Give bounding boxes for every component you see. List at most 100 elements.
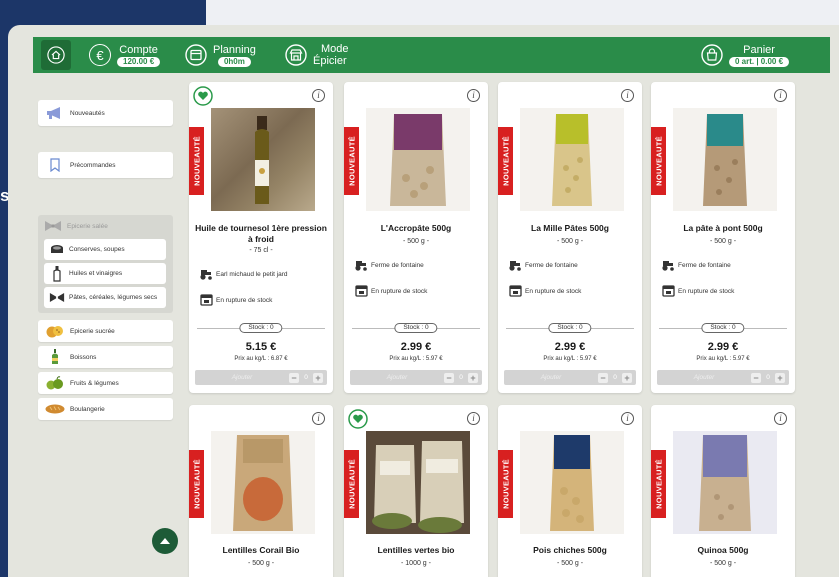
info-button[interactable]: i	[312, 412, 325, 425]
quantity-value: 0	[304, 374, 308, 381]
sidebar-item-epicerie-sucree[interactable]: Epicerie sucrée	[38, 320, 173, 342]
sidebar-item-precommandes[interactable]: Précommandes	[38, 152, 173, 178]
product-image	[366, 431, 470, 534]
pasta-bow-icon	[48, 292, 66, 303]
product-price: 2.99 €	[400, 341, 432, 353]
sidebar-subitem-huiles[interactable]: Huiles et vinaigres	[44, 263, 166, 284]
sidebar-subitem-conserves[interactable]: Conserves, soupes	[44, 239, 166, 260]
producer-name: Earl michaud le petit jard	[216, 270, 288, 278]
info-button[interactable]: i	[621, 412, 634, 425]
new-badge: NOUVEAUTÉ	[498, 450, 513, 518]
producer-name: Ferme de fontaine	[525, 261, 578, 269]
info-button[interactable]: i	[774, 89, 787, 102]
product-name: Lentilles Corail Bio	[222, 545, 300, 555]
bookmark-icon	[44, 158, 66, 172]
decrement-button[interactable]: −	[444, 372, 454, 383]
product-name: Lentilles vertes bio	[377, 545, 455, 555]
tractor-icon	[199, 268, 213, 280]
price-per-kg: Prix au kg/L : 5.97 €	[389, 356, 443, 362]
decrement-button[interactable]: −	[598, 372, 608, 383]
euro-icon: €	[89, 44, 111, 66]
product-quantity: - 75 cl -	[249, 247, 273, 254]
drink-bottle-icon	[44, 349, 66, 364]
product-card[interactable]: i NOUVEAUTÉ Huile de tournesol 1ère pres…	[189, 82, 333, 393]
new-badge: NOUVEAUTÉ	[651, 450, 666, 518]
sidebar-item-fruits-legumes[interactable]: Fruits & légumes	[38, 372, 173, 394]
product-name: Huile de tournesol 1ère pression à froid	[195, 223, 327, 244]
sidebar-item-boissons[interactable]: Boissons	[38, 346, 173, 368]
add-button[interactable]: Ajouter	[504, 374, 598, 381]
product-name: Pois chiches 500g	[533, 545, 607, 555]
home-button[interactable]	[41, 40, 71, 70]
subitem-label: Pâtes, céréales, légumes secs	[69, 294, 158, 301]
product-card[interactable]: i NOUVEAUTÉ L'Accropâte 500g - 500 g - F…	[344, 82, 488, 393]
shopping-bag-icon	[701, 44, 723, 66]
scroll-to-top-button[interactable]	[152, 528, 178, 554]
product-name: La pâte à pont 500g	[683, 223, 763, 233]
mode-epicier-button[interactable]: Mode Épicier	[285, 37, 349, 73]
producer-row: Ferme de fontaine	[661, 259, 731, 271]
vegetables-icon	[44, 376, 66, 390]
sidebar-group-epicerie-salee: Epicerie salée Conserves, soupes Huiles …	[38, 215, 173, 313]
sidebar-label: Epicerie sucrée	[70, 327, 115, 335]
price-per-kg: Prix au kg/L : 5.97 €	[696, 356, 750, 362]
account-button[interactable]: € Compte 120.00 €	[89, 37, 161, 73]
subitem-label: Conserves, soupes	[69, 246, 125, 253]
increment-button[interactable]: +	[468, 372, 478, 383]
increment-button[interactable]: +	[775, 372, 785, 383]
producer-row: Ferme de fontaine	[354, 259, 424, 271]
pasta-bow-icon	[45, 221, 61, 231]
product-card[interactable]: i NOUVEAUTÉ Lentilles vertes bio - 1000 …	[344, 405, 488, 577]
bottle-icon	[48, 265, 66, 282]
mode-label-line1: Mode	[321, 43, 349, 55]
decrement-button[interactable]: −	[751, 372, 761, 383]
new-badge: NOUVEAUTÉ	[651, 127, 666, 195]
tractor-icon	[661, 259, 675, 271]
producer-name: Ferme de fontaine	[678, 261, 731, 269]
info-button[interactable]: i	[774, 412, 787, 425]
product-card[interactable]: i NOUVEAUTÉ La Mille Pâtes 500g - 500 g …	[498, 82, 642, 393]
account-label: Compte	[119, 43, 158, 56]
shop-closed-icon	[199, 294, 213, 306]
new-badge: NOUVEAUTÉ	[189, 450, 204, 518]
product-card[interactable]: i NOUVEAUTÉ Pois chiches 500g - 500 g -	[498, 405, 642, 577]
add-button[interactable]: Ajouter	[657, 374, 751, 381]
sidebar-subitem-pates[interactable]: Pâtes, céréales, légumes secs	[44, 287, 166, 308]
new-badge: NOUVEAUTÉ	[189, 127, 204, 195]
sidebar-item-nouveautes[interactable]: Nouveautés	[38, 100, 173, 126]
info-button[interactable]: i	[312, 89, 325, 102]
new-badge: NOUVEAUTÉ	[344, 127, 359, 195]
increment-button[interactable]: +	[313, 372, 323, 383]
product-card[interactable]: i NOUVEAUTÉ La pâte à pont 500g - 500 g …	[651, 82, 795, 393]
stock-status: En rupture de stock	[371, 287, 428, 295]
add-to-cart-bar: Ajouter − 0 +	[504, 370, 636, 385]
cart-button[interactable]: Panier 0 art. | 0.00 €	[701, 37, 790, 73]
sidebar-item-boulangerie[interactable]: Boulangerie	[38, 398, 173, 420]
stock-status-row: En rupture de stock	[661, 285, 734, 297]
stock-status-row: En rupture de stock	[199, 294, 272, 306]
quantity-value: 0	[613, 374, 617, 381]
price-per-kg: Prix au kg/L : 5.97 €	[543, 356, 597, 362]
bio-heart-logo	[348, 409, 368, 429]
add-button[interactable]: Ajouter	[195, 374, 289, 381]
decrement-button[interactable]: −	[289, 372, 299, 383]
info-button[interactable]: i	[621, 89, 634, 102]
product-price: 2.99 €	[707, 341, 739, 353]
product-card[interactable]: i NOUVEAUTÉ Quinoa 500g - 500 g -	[651, 405, 795, 577]
increment-button[interactable]: +	[622, 372, 632, 383]
shop-closed-icon	[354, 285, 368, 297]
product-quantity: - 500 g -	[556, 238, 584, 245]
planning-button[interactable]: Planning 0h0m	[185, 37, 256, 73]
cart-summary: 0 art. | 0.00 €	[729, 56, 790, 67]
info-button[interactable]: i	[467, 412, 480, 425]
price-per-kg: Prix au kg/L : 6.87 €	[234, 356, 288, 362]
product-name: Quinoa 500g	[697, 545, 749, 555]
group-header[interactable]: Epicerie salée	[38, 215, 173, 237]
product-card[interactable]: i NOUVEAUTÉ Lentilles Corail Bio - 500 g…	[189, 405, 333, 577]
sidebar-label: Nouveautés	[70, 109, 105, 117]
add-to-cart-bar: Ajouter − 0 +	[350, 370, 482, 385]
info-button[interactable]: i	[467, 89, 480, 102]
product-image	[673, 108, 777, 211]
app-window: € Compte 120.00 € Planning 0h0m Mode Épi…	[8, 25, 839, 577]
add-button[interactable]: Ajouter	[350, 374, 444, 381]
